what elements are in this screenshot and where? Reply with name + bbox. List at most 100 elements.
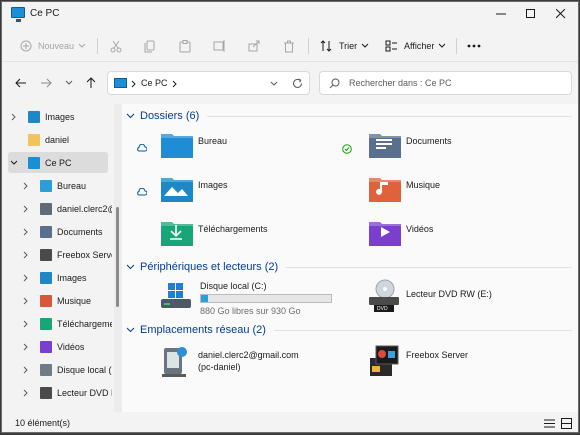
group-devices[interactable]: Périphériques et lecteurs (2) xyxy=(126,261,572,273)
navigation-pane: Images daniel Ce PC Bureau daniel.clerc2@ Doc… xyxy=(2,104,122,412)
downloads-icon xyxy=(40,317,52,330)
folder-tile[interactable]: Images xyxy=(160,174,340,210)
folder-tile[interactable]: Téléchargements xyxy=(160,218,340,254)
chevron-right-icon[interactable] xyxy=(20,387,32,399)
chevron-right-icon[interactable] xyxy=(20,272,32,284)
maximize-button[interactable] xyxy=(516,2,546,26)
sort-button[interactable]: Trier xyxy=(320,36,369,56)
sidebar-item[interactable]: Bureau xyxy=(20,175,112,196)
separator xyxy=(308,38,309,54)
sidebar-item[interactable]: Lecteur DVD R xyxy=(20,382,112,403)
forward-button[interactable] xyxy=(38,75,54,91)
recent-locations-button[interactable] xyxy=(61,75,77,91)
sort-label: Trier xyxy=(339,41,358,51)
more-icon xyxy=(467,44,481,48)
folder-tile[interactable]: Musique xyxy=(368,174,548,210)
sidebar-item[interactable]: Téléchargeme xyxy=(20,313,112,334)
chevron-right-icon[interactable] xyxy=(8,111,20,123)
sidebar-item-label: Images xyxy=(45,111,75,122)
drive-c-tile[interactable]: Disque local (C:) 880 Go libres sur 930 … xyxy=(160,279,340,316)
sort-icon xyxy=(320,40,332,52)
divider xyxy=(286,266,572,268)
sidebar-item[interactable]: Documents xyxy=(20,221,112,242)
group-devices-heading: Périphériques et lecteurs (2) xyxy=(140,261,279,273)
more-options-button[interactable] xyxy=(467,36,481,56)
share-icon xyxy=(248,40,260,52)
folder-tile[interactable]: Documents xyxy=(368,130,548,166)
sidebar-item[interactable]: daniel.clerc2@ xyxy=(20,198,112,219)
divider xyxy=(207,115,572,117)
chevron-down-icon xyxy=(270,81,278,86)
sidebar-item-label: Téléchargeme xyxy=(57,318,112,329)
address-bar[interactable]: Ce PC xyxy=(107,71,310,95)
chevron-down-icon xyxy=(65,80,73,85)
sidebar-item[interactable]: Images xyxy=(8,106,108,127)
chevron-right-icon[interactable] xyxy=(20,203,32,215)
sidebar-item[interactable]: Disque local (C xyxy=(20,359,112,380)
breadcrumb-this-pc[interactable]: Ce PC xyxy=(141,78,168,88)
arrow-up-icon xyxy=(86,77,96,88)
back-button[interactable] xyxy=(13,75,29,91)
chevron-right-icon[interactable] xyxy=(20,364,32,376)
sidebar-scrollbar[interactable] xyxy=(114,104,122,412)
group-network[interactable]: Emplacements réseau (2) xyxy=(126,324,572,336)
up-button[interactable] xyxy=(83,75,99,91)
freebox-tile[interactable]: Freebox Server xyxy=(368,344,548,384)
rename-button[interactable] xyxy=(213,36,226,56)
status-bar: 10 élément(s) xyxy=(2,412,578,432)
sidebar-item-label: daniel.clerc2@ xyxy=(57,203,112,214)
chevron-down-icon xyxy=(126,264,135,270)
sidebar-item-label: Bureau xyxy=(57,180,87,191)
sidebar-item[interactable]: daniel xyxy=(8,129,108,150)
arrow-right-icon xyxy=(41,78,52,88)
videos-folder-icon xyxy=(369,222,401,246)
chevron-down-icon[interactable] xyxy=(8,157,20,169)
refresh-icon xyxy=(293,78,302,88)
delete-button[interactable] xyxy=(283,36,295,56)
plus-circle-icon xyxy=(20,40,32,52)
media-server-icon xyxy=(40,248,52,261)
paste-button[interactable] xyxy=(179,36,191,56)
new-button[interactable]: Nouveau xyxy=(20,36,86,56)
maximize-icon xyxy=(526,9,535,18)
separator xyxy=(456,38,457,54)
chevron-right-icon[interactable] xyxy=(20,318,32,330)
divider xyxy=(273,329,572,331)
sidebar-item-label: Musique xyxy=(57,295,92,306)
search-box[interactable]: Rechercher dans : Ce PC xyxy=(319,71,572,95)
copy-button[interactable] xyxy=(144,36,156,56)
sidebar-item[interactable]: Vidéos xyxy=(20,336,112,357)
sidebar-item[interactable]: Images xyxy=(20,267,112,288)
group-folders[interactable]: Dossiers (6) xyxy=(126,110,572,122)
sidebar-item[interactable]: Freebox Serve xyxy=(20,244,112,265)
dvd-drive-tile[interactable]: DVD Lecteur DVD RW (E:) xyxy=(368,279,548,315)
network-share-tile[interactable]: daniel.clerc2@gmail.com (pc-daniel) xyxy=(160,344,350,384)
sidebar-item-label: daniel xyxy=(45,134,70,145)
chevron-down-icon xyxy=(78,43,86,48)
group-folders-heading: Dossiers (6) xyxy=(140,110,200,122)
drive-c-space-info: 880 Go libres sur 930 Go xyxy=(200,306,301,316)
sidebar-item[interactable]: Musique xyxy=(20,290,112,311)
scrollbar-thumb[interactable] xyxy=(116,207,119,307)
folder-label: Téléchargements xyxy=(198,224,268,234)
chevron-down-icon xyxy=(361,43,369,48)
sidebar-item[interactable]: Ce PC xyxy=(8,152,108,173)
rename-icon xyxy=(213,40,225,52)
chevron-right-icon[interactable] xyxy=(8,134,20,146)
close-button[interactable] xyxy=(546,2,576,26)
cut-button[interactable] xyxy=(110,36,122,56)
chevron-right-icon[interactable] xyxy=(20,226,32,238)
folder-tile[interactable]: Vidéos xyxy=(368,218,548,254)
folder-label: Musique xyxy=(406,180,441,190)
folder-tile[interactable]: Bureau xyxy=(160,130,340,166)
view-button[interactable]: Afficher xyxy=(385,36,446,56)
minimize-button[interactable] xyxy=(486,2,516,26)
chevron-down-icon xyxy=(126,327,135,333)
chevron-right-icon[interactable] xyxy=(20,249,32,261)
chevron-right-icon[interactable] xyxy=(20,180,32,192)
share-button[interactable] xyxy=(248,36,260,56)
chevron-right-icon[interactable] xyxy=(20,295,32,307)
chevron-right-icon[interactable] xyxy=(20,341,32,353)
music-folder-icon xyxy=(369,178,401,202)
close-icon xyxy=(556,9,566,19)
